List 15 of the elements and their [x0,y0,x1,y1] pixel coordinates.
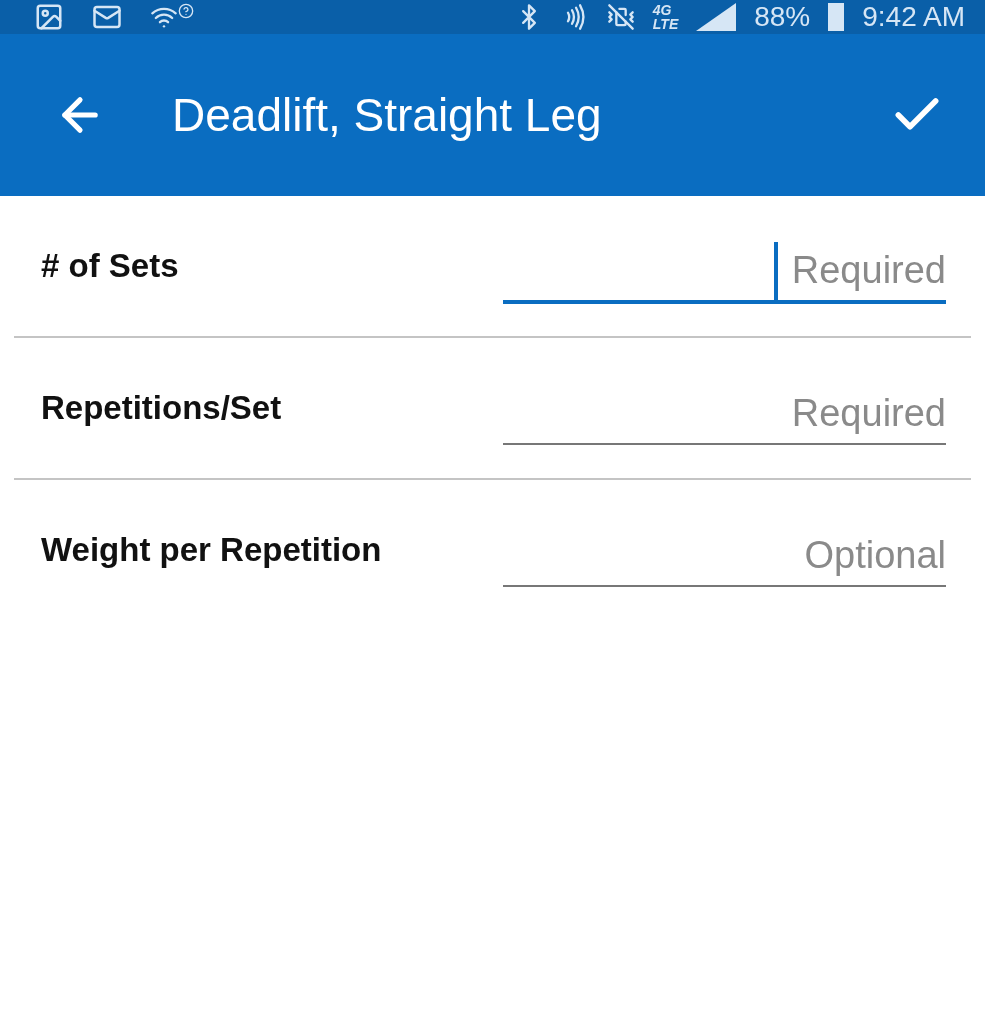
text-cursor [774,242,778,300]
field-label: Weight per Repetition [41,531,382,569]
battery-icon [828,3,845,31]
input-field[interactable]: Required [503,240,946,304]
input-field[interactable]: Required [503,383,946,445]
vibrate-icon [606,3,635,31]
screen-title: Deadlift, Straight Leg [172,88,603,142]
network-type: 4G LTE [652,3,679,31]
field-label: # of Sets [41,247,179,285]
field-label: Repetitions/Set [41,389,282,427]
battery-level: 88% [754,1,811,33]
clock: 9:42 AM [862,1,965,33]
gallery-icon [34,2,64,32]
signal-icon [696,3,737,31]
input-field[interactable]: Optional [503,525,946,587]
